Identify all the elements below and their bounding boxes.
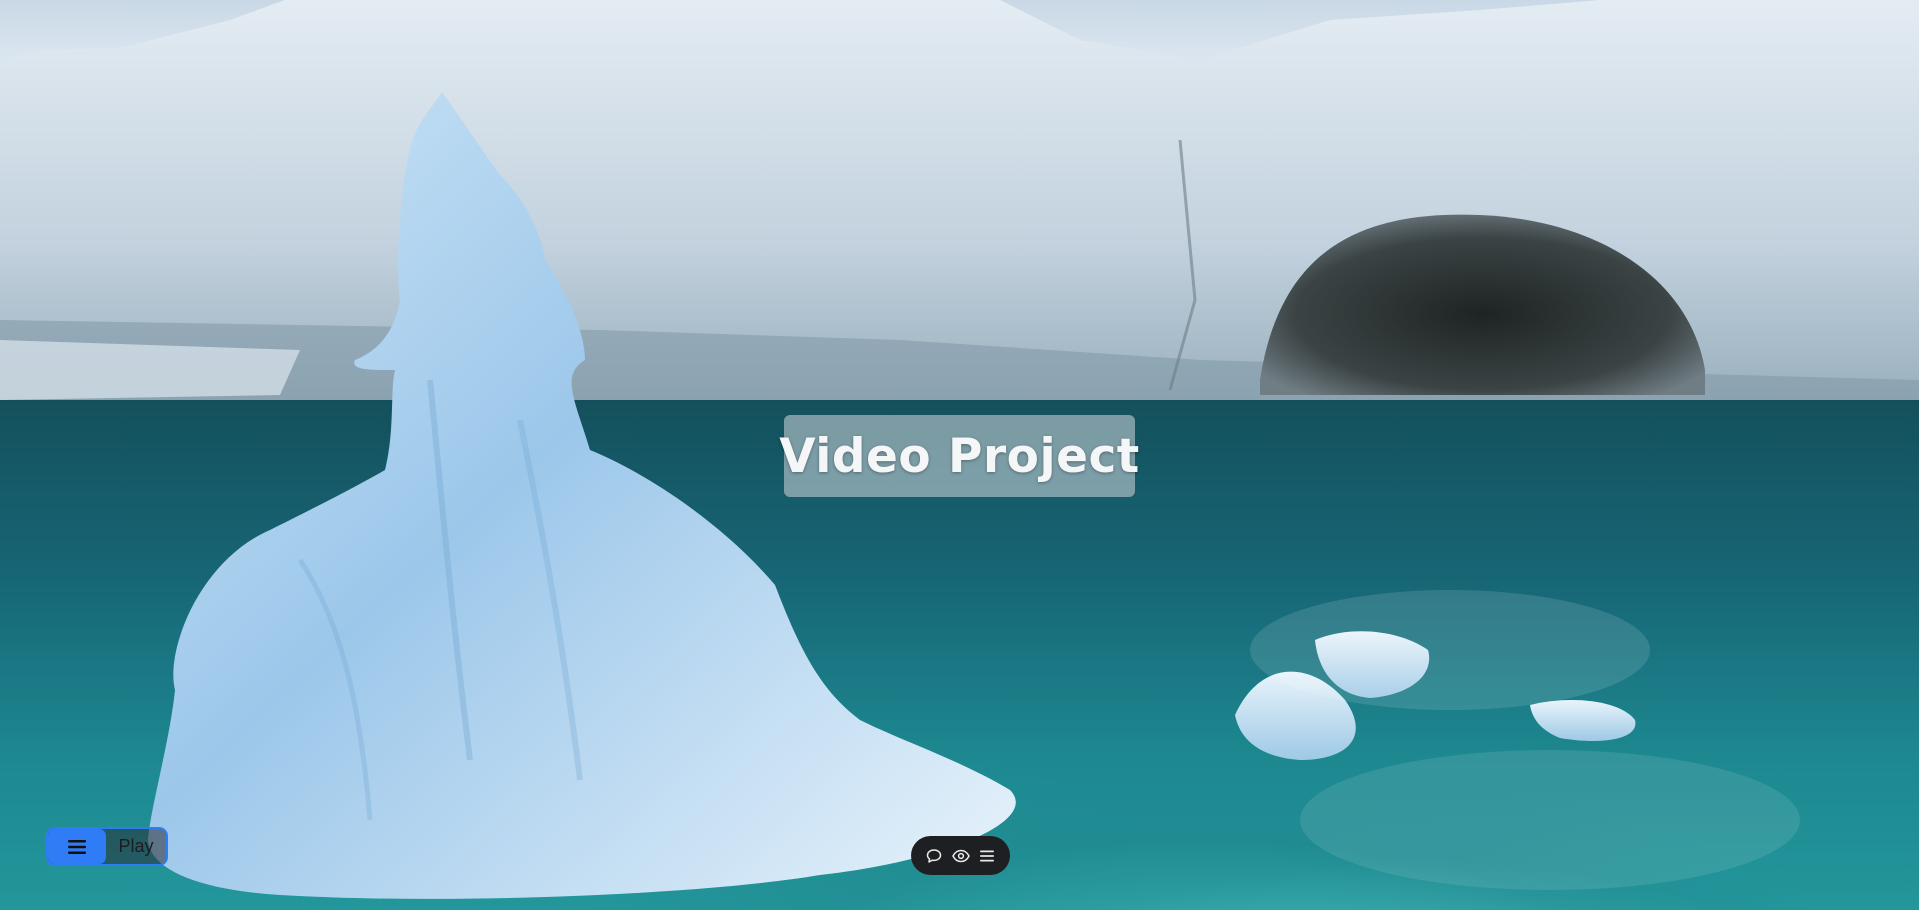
hamburger-menu-icon	[68, 839, 86, 854]
play-control: Play	[46, 827, 168, 866]
project-title-overlay: Video Project	[779, 415, 1139, 497]
project-title: Video Project	[779, 428, 1140, 484]
list-menu-icon	[980, 850, 995, 861]
list-button[interactable]	[975, 844, 999, 868]
eye-icon	[951, 849, 970, 862]
video-player: Video Project Play	[0, 0, 1919, 910]
comment-button[interactable]	[922, 844, 946, 868]
comment-icon	[926, 848, 941, 863]
playback-toolbar	[911, 836, 1010, 875]
menu-button[interactable]	[48, 829, 106, 864]
view-button[interactable]	[949, 844, 973, 868]
play-button[interactable]: Play	[106, 836, 166, 857]
